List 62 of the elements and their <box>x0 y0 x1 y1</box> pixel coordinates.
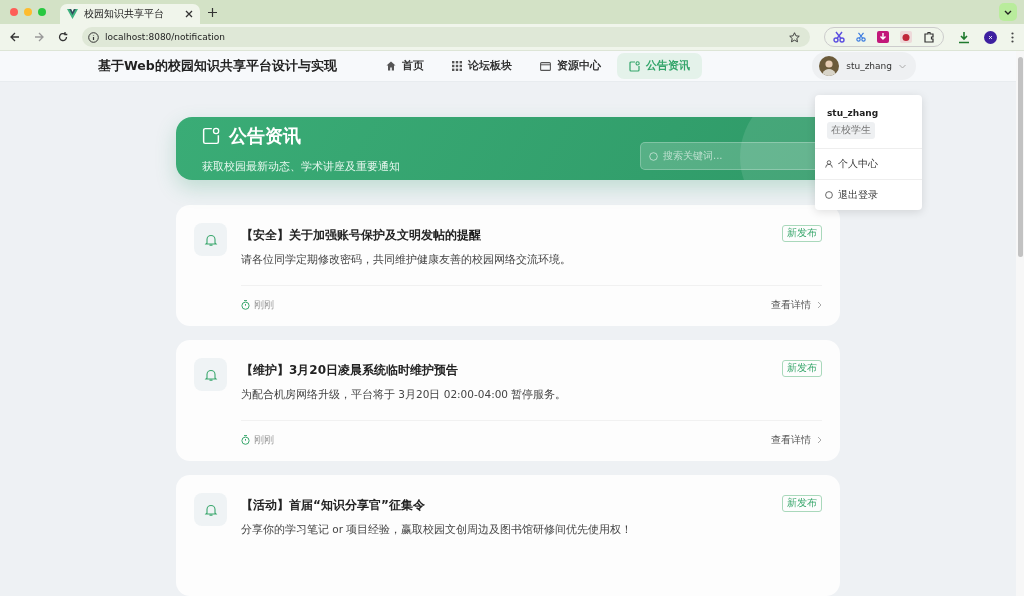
time-text: 刚刚 <box>254 433 274 447</box>
chevron-down-icon <box>899 63 906 69</box>
record-icon[interactable] <box>900 31 912 43</box>
scrollbar[interactable] <box>1016 51 1024 596</box>
scissors-icon[interactable] <box>833 31 845 43</box>
chevron-down-icon[interactable] <box>999 3 1017 21</box>
bell-icon <box>194 223 227 256</box>
home-icon <box>386 61 396 72</box>
new-tab-icon[interactable] <box>208 7 217 17</box>
notice-title[interactable]: 【活动】首届“知识分享官”征集令 <box>241 497 425 514</box>
grid-icon <box>452 61 462 72</box>
notice-text: 请各位同学定期修改密码，共同维护健康友善的校园网络交流环境。 <box>241 253 572 267</box>
search-icon <box>649 151 658 161</box>
bell-icon <box>194 493 227 526</box>
status-tag: 新发布 <box>782 495 822 512</box>
notice-text: 分享你的学习笔记 or 项目经验，赢取校园文创周边及图书馆研修间优先使用权！ <box>241 523 634 537</box>
download-icon[interactable] <box>958 30 970 44</box>
logo-icon <box>67 9 78 19</box>
scissors-icon[interactable] <box>856 32 866 42</box>
reload-icon[interactable] <box>58 32 68 42</box>
star-icon[interactable] <box>789 31 800 43</box>
back-icon[interactable] <box>10 32 20 42</box>
nav-tab[interactable]: 资源中心 <box>528 53 613 80</box>
avatar <box>819 56 840 77</box>
chevron-right-icon <box>817 436 822 444</box>
notice-text: 为配合机房网络升级，平台将于 3月20日 02:00-04:00 暂停服务。 <box>241 388 568 402</box>
forward-icon[interactable] <box>34 32 44 42</box>
user-menu-button[interactable]: stu_zhang <box>812 52 916 81</box>
info-icon <box>88 31 99 43</box>
menu-item[interactable]: 退出登录 <box>815 180 922 210</box>
tab-title: 校园知识共享平台 <box>84 7 164 21</box>
role-badge: 在校学生 <box>827 122 875 139</box>
details-link[interactable]: 查看详情 <box>771 298 822 312</box>
download-icon[interactable] <box>877 31 889 43</box>
timer-icon <box>241 300 250 310</box>
user-icon <box>825 160 833 168</box>
browser-tab[interactable]: 校园知识共享平台 <box>60 4 200 24</box>
address-bar[interactable]: localhost:8080/notification <box>82 27 810 47</box>
status-tag: 新发布 <box>782 225 822 242</box>
timer-icon <box>241 435 250 445</box>
status-tag: 新发布 <box>782 360 822 377</box>
notice-title[interactable]: 【安全】关于加强账号保护及文明发帖的提醒 <box>241 227 481 244</box>
user-name: stu_zhang <box>827 108 879 118</box>
notice-title[interactable]: 【维护】3月20日凌晨系统临时维护预告 <box>241 362 459 379</box>
nav-tab[interactable]: 首页 <box>374 53 436 80</box>
page-subtitle: 获取校园最新动态、学术讲座及重要通知 <box>202 159 401 174</box>
more-icon[interactable] <box>1011 31 1014 43</box>
site-title: 基于Web的校园知识共享平台设计与实现 <box>98 57 338 75</box>
notice-icon <box>202 126 220 145</box>
details-link[interactable]: 查看详情 <box>771 433 822 447</box>
bell-icon <box>194 358 227 391</box>
page-title: 公告资讯 <box>229 123 301 148</box>
nav-tab[interactable]: 论坛板块 <box>440 53 524 80</box>
profile-icon[interactable] <box>984 30 997 44</box>
puzzle-icon[interactable] <box>923 31 935 43</box>
chevron-right-icon <box>817 301 822 309</box>
power-icon <box>825 191 833 199</box>
menu-item[interactable]: 个人中心 <box>815 149 922 180</box>
close-icon[interactable] <box>185 10 193 18</box>
time-text: 刚刚 <box>254 298 274 312</box>
notice-icon <box>629 60 640 72</box>
folder-icon <box>540 61 551 72</box>
